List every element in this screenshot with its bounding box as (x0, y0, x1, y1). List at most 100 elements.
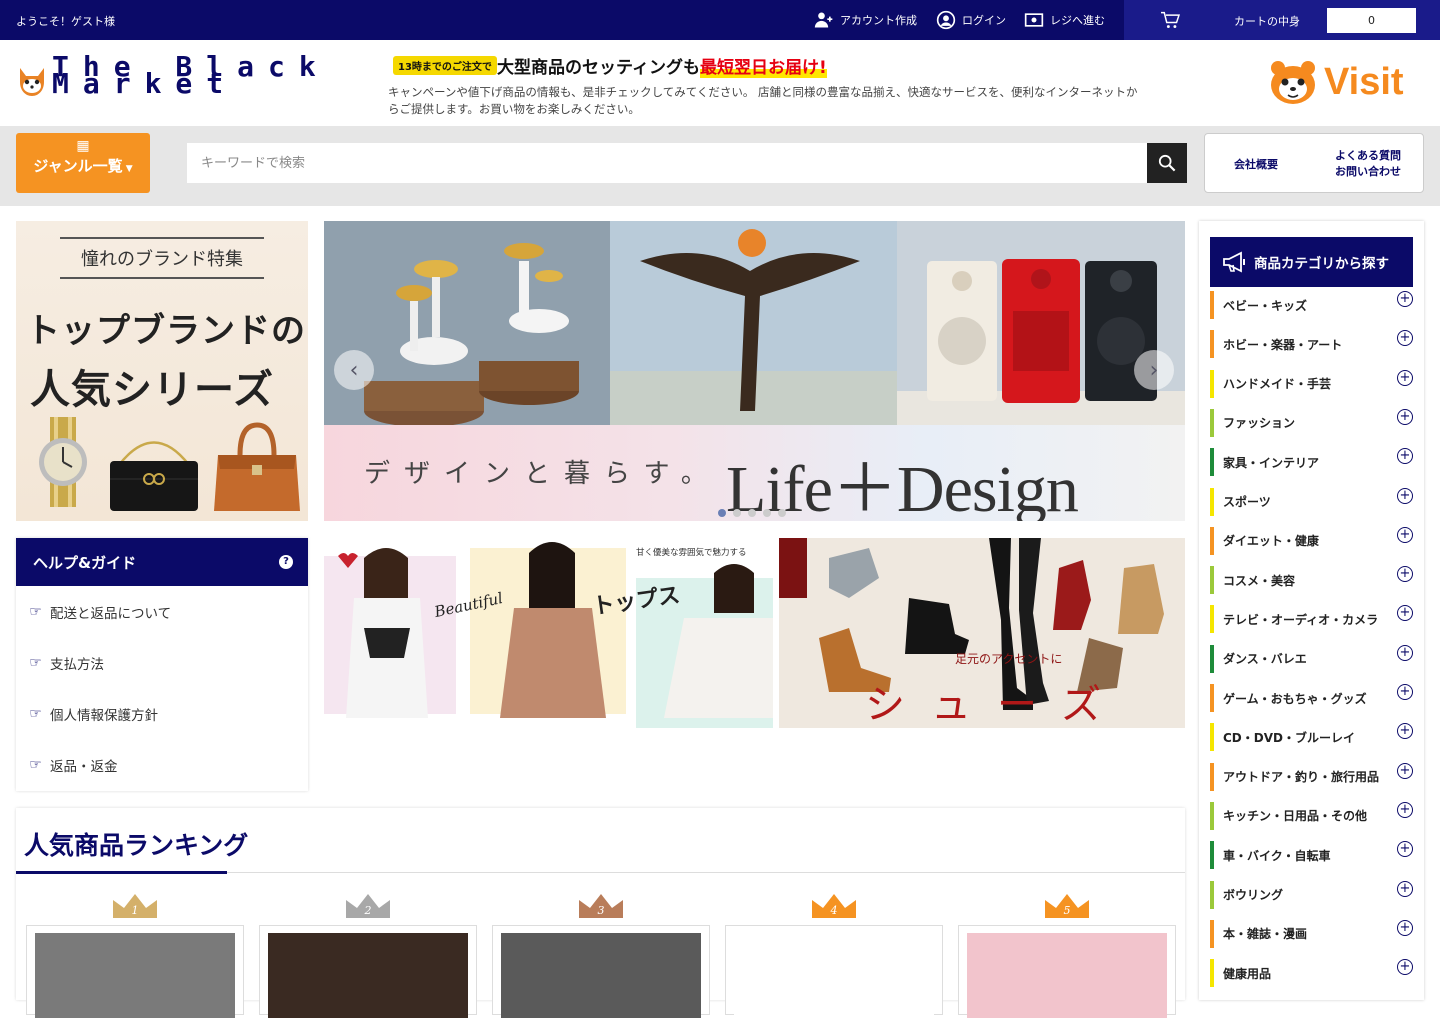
hand-pointer-icon: ☞ (29, 603, 42, 620)
fox-mascot-icon[interactable] (14, 64, 50, 100)
search-button[interactable] (1147, 143, 1187, 183)
help-item[interactable]: ☞ 支払方法 (16, 637, 308, 688)
user-plus-icon (814, 12, 833, 28)
user-circle-icon (936, 10, 956, 30)
category-item[interactable]: ハンドメイド・手芸 + (1210, 369, 1413, 398)
expand-plus-icon[interactable]: + (1397, 801, 1413, 818)
slider-prev-button[interactable]: ‹ (334, 350, 374, 390)
rank-crown-icon: 4 (812, 894, 856, 918)
create-account-link[interactable]: アカウント作成 (814, 10, 917, 30)
ranking-product-card[interactable] (492, 925, 710, 1018)
brand-feature-banner[interactable]: 憧れのブランド特集 トップブランドの 人気シリーズ (16, 221, 308, 521)
company-info-link[interactable]: 会社概要 (1234, 156, 1278, 172)
category-item[interactable]: 本・雑誌・漫画 + (1210, 919, 1413, 948)
category-item[interactable]: ダイエット・健康 + (1210, 526, 1413, 555)
help-item[interactable]: ☞ 個人情報保護方針 (16, 688, 308, 739)
expand-plus-icon[interactable]: + (1397, 526, 1413, 543)
ranking-product-card[interactable] (958, 925, 1176, 1018)
ranking-product-card[interactable] (26, 925, 244, 1018)
shoes-banner[interactable]: 足元のアクセントに シューズ (779, 538, 1185, 728)
promo-highlight: 最短翌日お届け! (699, 58, 827, 78)
money-icon (1024, 13, 1044, 27)
cart-label: カートの中身 (1234, 15, 1300, 28)
expand-plus-icon[interactable]: + (1397, 369, 1413, 386)
category-label: ハンドメイド・手芸 (1223, 377, 1332, 392)
tops-banner[interactable]: Beautiful トップス 甘く優美な雰囲気で魅力する (324, 538, 773, 728)
category-item[interactable]: ゲーム・おもちゃ・グッズ + (1210, 684, 1413, 712)
help-guide-title: ヘルプ&ガイド (33, 554, 137, 572)
rank-crown-icon: 3 (579, 894, 623, 918)
category-item[interactable]: スポーツ + (1210, 487, 1413, 516)
cart-box[interactable]: カートの中身 0 (1124, 0, 1440, 40)
category-item[interactable]: コスメ・美容 + (1210, 566, 1413, 595)
visit-logo[interactable]: Visit (1268, 58, 1404, 106)
expand-plus-icon[interactable]: + (1397, 291, 1413, 307)
slider-dot[interactable] (748, 509, 756, 517)
expand-plus-icon[interactable]: + (1397, 644, 1413, 661)
category-item[interactable]: 家具・インテリア + (1210, 448, 1413, 477)
expand-plus-icon[interactable]: + (1397, 684, 1413, 700)
category-item[interactable]: ファッション + (1210, 408, 1413, 437)
category-color-bar (1210, 605, 1214, 634)
category-label: ダイエット・健康 (1223, 534, 1319, 549)
hero-slider[interactable]: デザインと暮らす。 Life＋Design ‹ › (324, 221, 1185, 521)
search-input[interactable] (187, 143, 1147, 183)
product-image (734, 933, 934, 1018)
hand-pointer-icon: ☞ (29, 756, 42, 773)
expand-plus-icon[interactable]: + (1397, 919, 1413, 936)
category-item[interactable]: キッチン・日用品・その他 + (1210, 801, 1413, 830)
category-label: 車・バイク・自転車 (1223, 848, 1331, 863)
expand-plus-icon[interactable]: + (1397, 605, 1413, 622)
category-item[interactable]: アウトドア・釣り・旅行用品 + (1210, 762, 1413, 791)
rank-crown-icon: 1 (113, 894, 157, 918)
checkout-label: レジへ進む (1050, 14, 1105, 27)
expand-plus-icon[interactable]: + (1397, 723, 1413, 740)
genre-list-button[interactable]: ▦ ジャンル一覧 ▼ (16, 133, 150, 193)
login-link[interactable]: ログイン (936, 10, 1006, 30)
hand-pointer-icon: ☞ (29, 654, 42, 671)
help-item[interactable]: ☞ 配送と返品について (16, 586, 308, 637)
category-item[interactable]: ホビー・楽器・アート + (1210, 330, 1413, 359)
category-item[interactable]: ボウリング + (1210, 880, 1413, 909)
slider-dot[interactable] (778, 509, 786, 517)
rank-number: 4 (830, 904, 838, 917)
slider-dot[interactable] (733, 509, 741, 517)
faq-link[interactable]: よくある質問 (1335, 148, 1401, 164)
expand-plus-icon[interactable]: + (1397, 959, 1413, 976)
product-image (501, 933, 701, 1018)
category-item[interactable]: 健康用品 + (1210, 959, 1413, 988)
expand-plus-icon[interactable]: + (1397, 408, 1413, 425)
ranking-product-card[interactable] (725, 925, 943, 1018)
ranking-product-card[interactable] (259, 925, 477, 1018)
expand-plus-icon[interactable]: + (1397, 330, 1413, 347)
category-color-bar (1210, 801, 1214, 830)
expand-plus-icon[interactable]: + (1397, 880, 1413, 897)
slider-dot[interactable] (718, 509, 726, 517)
category-color-bar (1210, 919, 1214, 948)
contact-link[interactable]: お問い合わせ (1335, 164, 1401, 180)
category-label: ボウリング (1223, 888, 1284, 902)
category-item[interactable]: 車・バイク・自転車 + (1210, 841, 1413, 870)
expand-plus-icon[interactable]: + (1397, 487, 1413, 504)
category-item[interactable]: CD・DVD・ブルーレイ + (1210, 723, 1413, 752)
category-label: CD・DVD・ブルーレイ (1223, 730, 1355, 745)
category-label: ホビー・楽器・アート (1223, 337, 1343, 352)
category-label: ダンス・バレエ (1223, 652, 1307, 667)
mushroom-decor-image (324, 221, 610, 427)
category-item[interactable]: ダンス・バレエ + (1210, 644, 1413, 673)
expand-plus-icon[interactable]: + (1397, 566, 1413, 583)
slider-next-button[interactable]: › (1134, 350, 1174, 390)
expand-plus-icon[interactable]: + (1397, 841, 1413, 858)
expand-plus-icon[interactable]: + (1397, 448, 1413, 465)
checkout-link[interactable]: レジへ進む (1024, 10, 1105, 30)
site-logo[interactable]: The Black Market (52, 53, 382, 98)
category-item[interactable]: ベビー・キッズ + (1210, 291, 1413, 319)
caret-down-icon: ▼ (122, 164, 133, 174)
help-item[interactable]: ☞ 返品・返金 (16, 739, 308, 790)
expand-plus-icon[interactable]: + (1397, 762, 1413, 779)
category-color-bar (1210, 880, 1214, 909)
slider-dot[interactable] (763, 509, 771, 517)
category-item[interactable]: テレビ・オーディオ・カメラ + (1210, 605, 1413, 634)
site-header: The Black Market 13時までのご注文で 大型商品のセッティングも… (0, 40, 1440, 126)
help-item-label: 配送と返品について (50, 605, 172, 622)
